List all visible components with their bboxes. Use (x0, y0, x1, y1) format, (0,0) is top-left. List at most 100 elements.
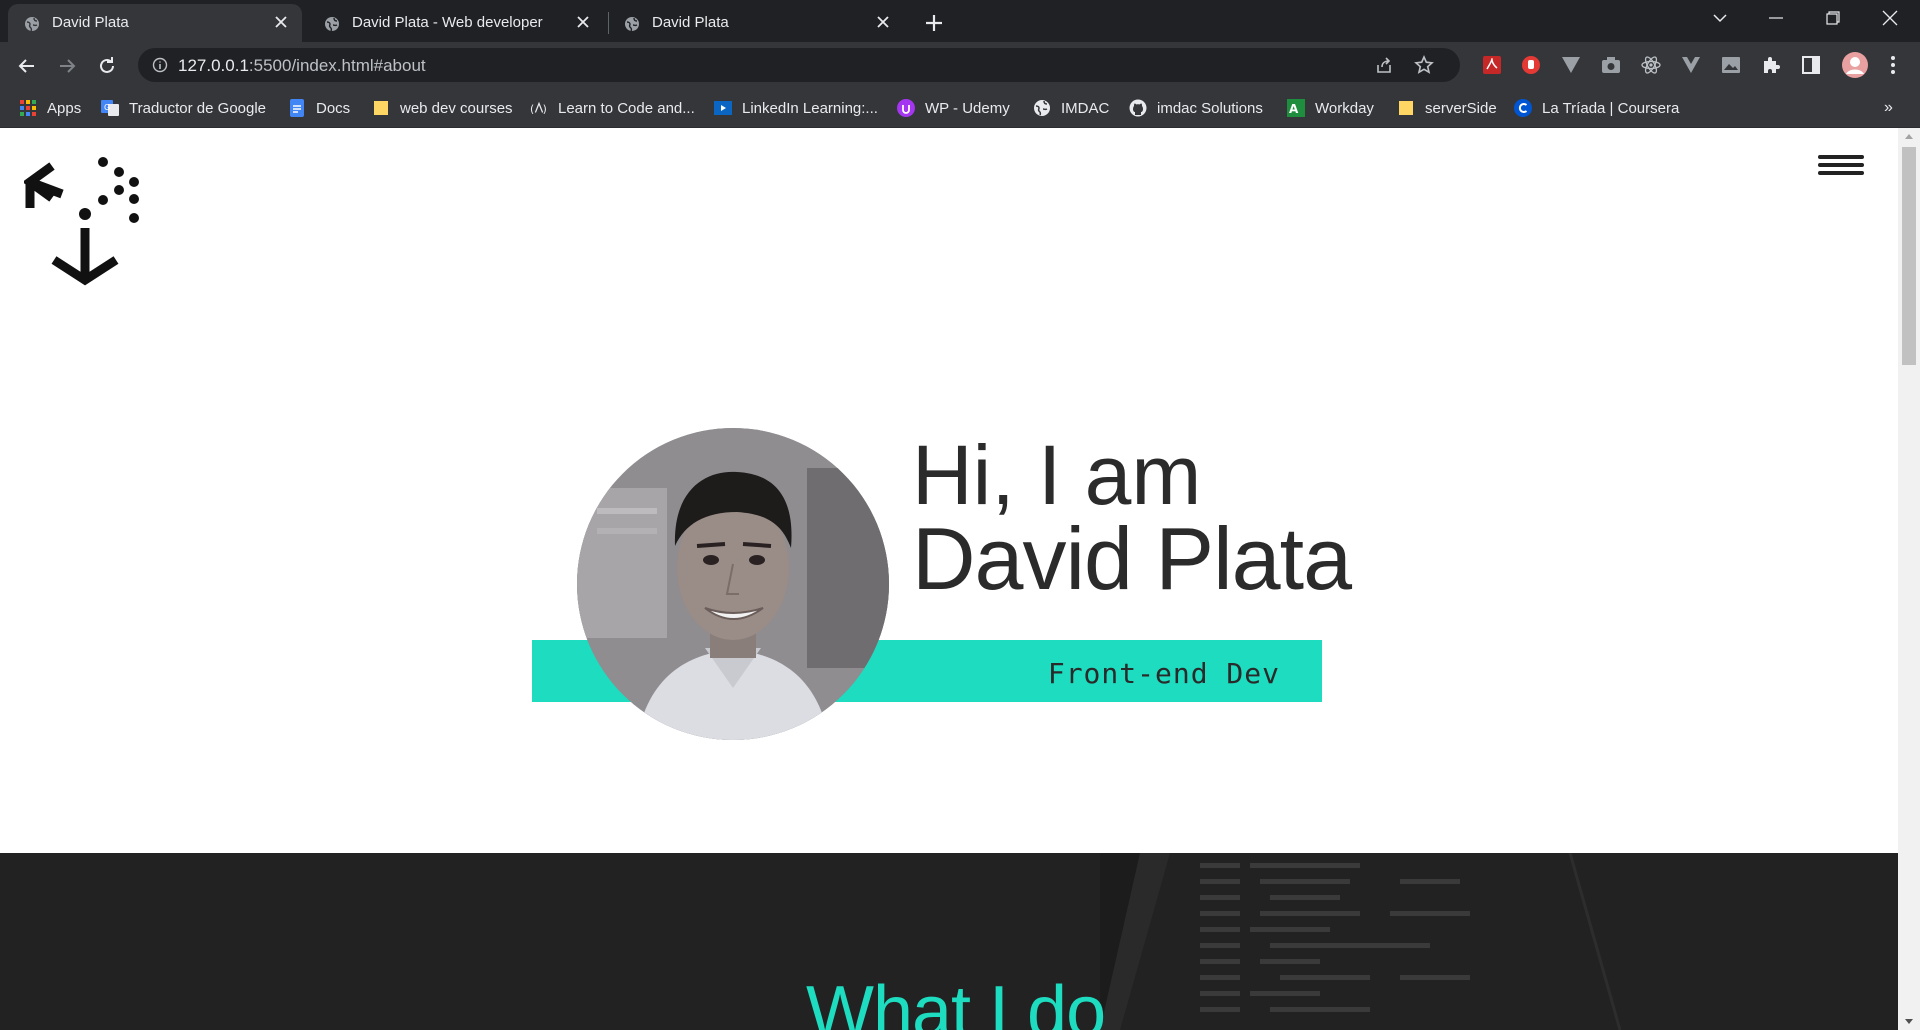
tab-david-plata-1[interactable]: David Plata (8, 4, 302, 42)
pdf-extension-icon[interactable] (1481, 54, 1503, 76)
profile-photo (577, 428, 889, 740)
bookmark-linkedin-learning[interactable]: LinkedIn Learning:... (714, 97, 878, 119)
share-icon[interactable] (1374, 56, 1394, 76)
bookmark-label: Docs (316, 99, 351, 117)
scroll-up-arrow-icon[interactable] (1905, 134, 1913, 139)
bookmark-label: imdac Solutions (1157, 99, 1263, 117)
svg-text:(: ( (530, 103, 534, 116)
bookmark-docs[interactable]: Docs (288, 97, 350, 119)
section-title: What I do (806, 972, 1106, 1030)
reload-icon[interactable] (93, 52, 121, 80)
forward-arrow-icon[interactable] (53, 52, 81, 80)
bookmark-star-icon[interactable] (1414, 55, 1434, 75)
bookmark-web-dev-courses[interactable]: web dev courses (372, 97, 513, 119)
bookmark-wp-udemy[interactable]: WP - Udemy (897, 97, 1010, 119)
side-panel-icon[interactable] (1800, 54, 1822, 76)
linkedin-learning-icon (714, 99, 732, 117)
globe-icon (325, 17, 339, 32)
bookmark-label: web dev courses (400, 99, 513, 117)
globe-icon (625, 17, 639, 32)
image-extension-icon[interactable] (1720, 54, 1742, 76)
bookmark-learn-to-code[interactable]: () Learn to Code and... (530, 97, 695, 119)
tab-title: David Plata - Web developer (352, 14, 543, 31)
bookmark-imdac-solutions[interactable]: imdac Solutions (1129, 97, 1263, 119)
udemy-icon (897, 99, 915, 117)
github-icon (1129, 99, 1147, 117)
extensions-puzzle-icon[interactable] (1760, 54, 1782, 76)
svg-text:A: A (1289, 102, 1299, 116)
url-path: :5500/index.html#about (248, 56, 426, 75)
hero-name: David Plata (912, 509, 1352, 608)
tab-search-chevron-icon[interactable] (1692, 0, 1748, 36)
new-tab-plus-icon[interactable] (919, 8, 949, 38)
folder-icon (1397, 99, 1415, 117)
chrome-menu-kebab-icon[interactable] (1882, 54, 1904, 76)
scrollbar-thumb[interactable] (1902, 147, 1916, 365)
bookmark-workday[interactable]: A Workday (1287, 97, 1374, 119)
coursera-icon (1514, 99, 1532, 117)
minimize-window-icon[interactable] (1748, 0, 1804, 36)
tab-david-plata-web-developer[interactable]: David Plata - Web developer (308, 4, 604, 42)
react-devtools-icon[interactable] (1640, 54, 1662, 76)
page-scrollbar[interactable] (1898, 128, 1920, 1030)
tab-title: David Plata (52, 14, 129, 31)
tab-strip: David Plata David Plata - Web developer … (0, 0, 1920, 42)
bookmark-label: Workday (1315, 99, 1374, 117)
hamburger-line (1818, 171, 1864, 175)
code-background-image (1100, 853, 1622, 1030)
bookmarks-overflow-label: » (1884, 99, 1893, 116)
profile-avatar[interactable] (1840, 50, 1870, 80)
what-i-do-section: What I do (0, 853, 1898, 1030)
tab-title: David Plata (652, 14, 729, 31)
bookmarks-bar: Apps G Traductor de Google Docs web dev … (0, 88, 1920, 128)
bookmark-serverside[interactable]: serverSide (1397, 97, 1497, 119)
apps-grid-icon (19, 99, 37, 117)
bookmark-label: Traductor de Google (129, 99, 267, 117)
page-viewport: Front-end Dev Hi, I am David Plata What … (0, 128, 1920, 1030)
bookmark-label: IMDAC (1061, 99, 1110, 117)
bookmark-traductor-de-google[interactable]: G Traductor de Google (101, 97, 266, 119)
scroll-down-arrow-icon[interactable] (1905, 1019, 1913, 1024)
bookmarks-overflow-chevron[interactable]: » (1884, 97, 1893, 119)
google-translate-icon: G (101, 99, 119, 117)
svg-text:): ) (543, 103, 547, 116)
folder-icon (372, 99, 390, 117)
close-tab-icon[interactable] (874, 13, 892, 31)
svg-text:G: G (104, 103, 110, 112)
hamburger-line (1818, 155, 1864, 159)
hamburger-line (1818, 163, 1864, 167)
hamburger-menu-icon[interactable] (1818, 153, 1866, 179)
vue-devtools-extension-icon[interactable] (1560, 54, 1582, 76)
greeting-line: Hi, I am (912, 428, 1202, 522)
adblock-extension-icon[interactable] (1520, 54, 1542, 76)
url-text[interactable]: 127.0.0.1:5500/index.html#about (178, 56, 426, 76)
bookmark-apps[interactable]: Apps (19, 97, 81, 119)
freecodecamp-icon: () (530, 99, 548, 117)
bookmark-imdac[interactable]: IMDAC (1033, 97, 1109, 119)
restore-window-icon[interactable] (1805, 0, 1861, 36)
close-window-icon[interactable] (1862, 0, 1918, 36)
close-tab-icon[interactable] (574, 13, 592, 31)
browser-toolbar: 127.0.0.1:5500/index.html#about (0, 42, 1920, 88)
role-text: Front-end Dev (1047, 657, 1280, 690)
bookmark-la-triada-coursera[interactable]: La Tríada | Coursera (1514, 97, 1679, 119)
tab-david-plata-2[interactable]: David Plata (608, 4, 904, 42)
hero-greeting: Hi, I am David Plata (912, 428, 1352, 608)
bookmark-label: WP - Udemy (925, 99, 1010, 117)
screenshot-camera-icon[interactable] (1600, 54, 1622, 76)
google-docs-icon (288, 99, 306, 117)
site-logo[interactable] (24, 156, 146, 286)
site-info-icon[interactable] (152, 57, 168, 73)
globe-icon (1033, 99, 1051, 117)
globe-icon (25, 17, 39, 32)
close-tab-icon[interactable] (272, 13, 290, 31)
vue-extension-icon[interactable] (1680, 54, 1702, 76)
address-bar[interactable]: 127.0.0.1:5500/index.html#about (138, 48, 1460, 82)
back-arrow-icon[interactable] (13, 52, 41, 80)
workday-icon: A (1287, 99, 1305, 117)
url-host: 127.0.0.1 (178, 56, 249, 75)
bookmark-label: Learn to Code and... (558, 99, 695, 117)
bookmark-label: serverSide (1425, 99, 1497, 117)
bookmark-label: LinkedIn Learning:... (742, 99, 878, 117)
bookmark-label: La Tríada | Coursera (1542, 99, 1680, 117)
